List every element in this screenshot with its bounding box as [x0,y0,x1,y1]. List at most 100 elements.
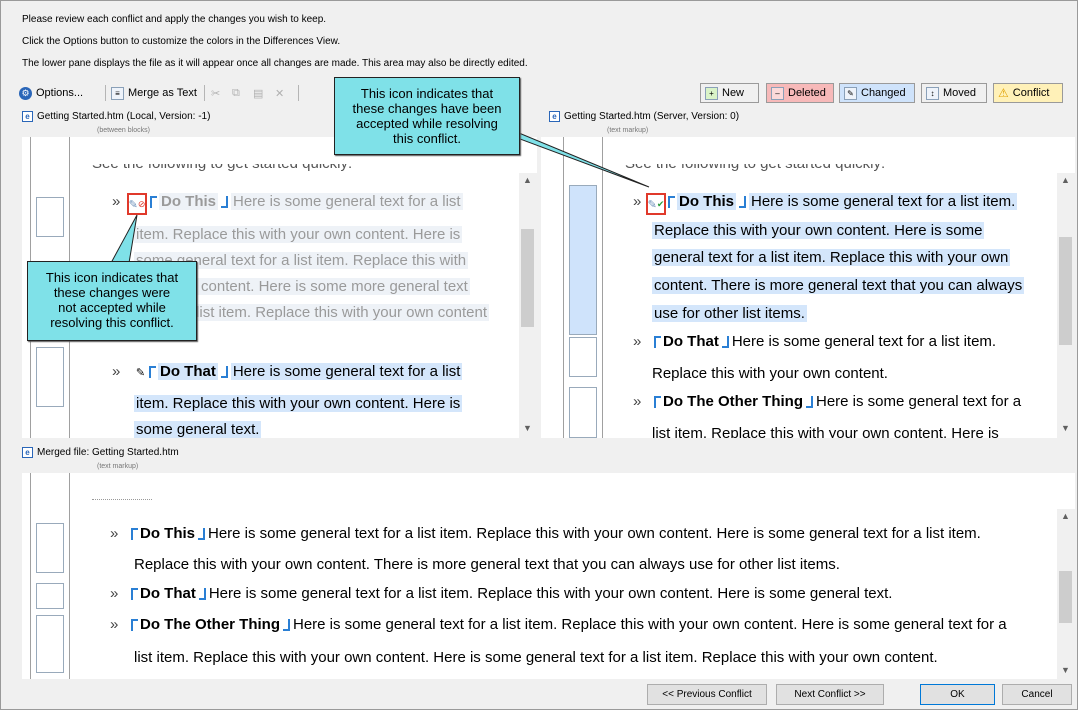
callout-line: This icon indicates that [360,86,494,101]
tag-marker-icon [198,528,205,541]
callout-line: accepted while resolving [356,116,498,131]
scroll-up-icon[interactable]: ▲ [523,175,532,185]
item-text: list item. Replace this with your own co… [134,649,938,666]
item-text: Here is some general text for a list ite… [749,193,1018,210]
options-label: Options... [36,87,84,99]
gutter-block [36,347,64,407]
legend-new: + New [700,83,759,103]
scroll-thumb[interactable] [1059,237,1072,345]
scroll-down-icon[interactable]: ▼ [1061,665,1070,675]
item-text: Here is some general text for a list ite… [208,585,893,602]
toolbar-separator [298,85,299,101]
cut-button[interactable]: ✂ [211,83,220,103]
legend-changed: ✎ Changed [839,83,915,103]
item-text-line: Replace this with your own content. Ther… [134,554,840,576]
scroll-up-icon[interactable]: ▲ [1061,511,1070,521]
instruction-line-1: Please review each conflict and apply th… [22,14,327,25]
item-text: Here is some general text for a list [230,363,463,380]
gutter-block [36,523,64,573]
callout-line: This icon indicates that [45,270,179,285]
callout-line: this conflict. [393,131,461,146]
delete-button[interactable]: ✕ [275,83,284,103]
rejected-callout: This icon indicates that these changes w… [27,261,197,341]
list-item-do-the-other-thing[interactable]: Do The Other Thing Here is some general t… [652,391,1021,413]
merged-pane-scrollbar[interactable]: ▲ ▼ [1057,509,1075,679]
merged-pane[interactable]: » Do This Here is some general text for a… [22,473,1075,679]
scroll-up-icon[interactable]: ▲ [1061,175,1070,185]
callout-line: not accepted while [58,300,166,315]
tag-marker-icon [283,619,290,632]
right-pane-title: Getting Started.htm (Server, Version: 0) [564,110,740,122]
left-pane-scrollbar[interactable]: ▲ ▼ [519,173,537,438]
right-pane-header: e Getting Started.htm (Server, Version: … [549,109,739,123]
list-item-do-that[interactable]: Do That Here is some general text for a l… [129,583,892,605]
merge-as-text-button[interactable]: ≡ Merge as Text [111,83,197,103]
legend-deleted-label: Deleted [788,87,826,99]
cancel-button[interactable]: Cancel [1002,684,1072,705]
ok-button[interactable]: OK [920,684,995,705]
callout-line: these changes were [53,285,171,300]
list-item-do-this[interactable]: Do This Here is some general text for a l… [129,523,981,545]
instruction-line-2: Click the Options button to customize th… [22,36,341,47]
right-pane-scrollbar[interactable]: ▲ ▼ [1057,173,1075,438]
item-text-line: item. Replace this with your own content… [134,393,463,415]
bullet-icon: » [633,393,642,410]
scroll-down-icon[interactable]: ▼ [523,423,532,433]
legend-new-label: New [722,87,745,99]
accepted-change-icon[interactable]: ✎ ✔ [646,193,666,215]
list-item-do-that[interactable]: ✎ Do That Here is some general text for a … [134,361,463,383]
delete-icon: ✕ [275,87,285,100]
item-label: Do That [158,363,218,380]
deleted-icon: – [771,86,784,100]
tag-marker-icon [131,588,138,601]
list-item-do-this[interactable]: Do This Here is some general text for a l… [652,191,1018,213]
file-icon: e [22,110,33,122]
options-icon: ⚙ [19,86,32,100]
list-item-do-the-other-thing[interactable]: Do The Other Thing Here is some general t… [129,614,1007,636]
previous-conflict-button[interactable]: << Previous Conflict [647,684,767,705]
right-pane-gutter [563,137,603,438]
callout-line: resolving this conflict. [50,315,174,330]
bullet-icon: » [110,585,119,602]
new-icon: + [705,86,718,100]
scroll-thumb[interactable] [521,229,534,327]
tag-marker-icon [149,366,156,379]
bullet-icon: » [112,363,121,380]
tag-marker-icon [654,336,661,349]
tag-marker-icon [806,396,813,409]
merged-pane-subtitle: (text markup) [97,463,139,470]
merge-icon: ≡ [111,86,124,100]
tag-marker-icon [220,366,228,379]
bullet-icon: » [110,616,119,633]
item-text-line: some general text. [134,419,262,438]
item-label: Do The Other Thing [663,393,803,410]
item-text: Replace this with your own content. Ther… [134,556,840,573]
merged-pane-title: Merged file: Getting Started.htm [37,446,179,458]
paste-icon: ▤ [253,87,264,100]
next-conflict-button[interactable]: Next Conflict >> [776,684,884,705]
scroll-down-icon[interactable]: ▼ [1061,423,1070,433]
item-text: Here is some general text for a list [231,193,463,210]
item-text-line: list item. Replace this with your own co… [134,647,938,669]
copy-button[interactable]: ⧉ [232,83,240,103]
list-item-do-that[interactable]: Do That Here is some general text for a l… [652,331,996,353]
list-item-do-this[interactable]: Do This Here is some general text for a l… [134,191,463,213]
item-label: Do This [677,193,736,210]
rejected-change-icon[interactable]: ✎ ⊘ [127,193,147,215]
paste-button[interactable]: ▤ [253,83,263,103]
left-pane-title: Getting Started.htm (Local, Version: -1) [37,110,211,122]
gutter-block [36,615,64,673]
item-label: Do This [159,193,218,210]
accepted-callout: This icon indicates that these changes h… [334,77,520,155]
legend-deleted: – Deleted [766,83,834,103]
change-status-icon: ✎ [135,367,146,379]
item-label: Do That [663,333,719,350]
item-text-line: list item. Replace this with your own co… [652,423,999,438]
cut-line [92,499,152,500]
right-pane[interactable]: See the following to get started quickly… [541,137,1075,438]
options-button[interactable]: ⚙ Options... [19,83,83,103]
item-text: some general text. [134,421,262,438]
legend-conflict-label: Conflict [1012,87,1050,99]
scroll-thumb[interactable] [1059,571,1072,623]
item-text: item. Replace this with your own content… [134,395,463,412]
